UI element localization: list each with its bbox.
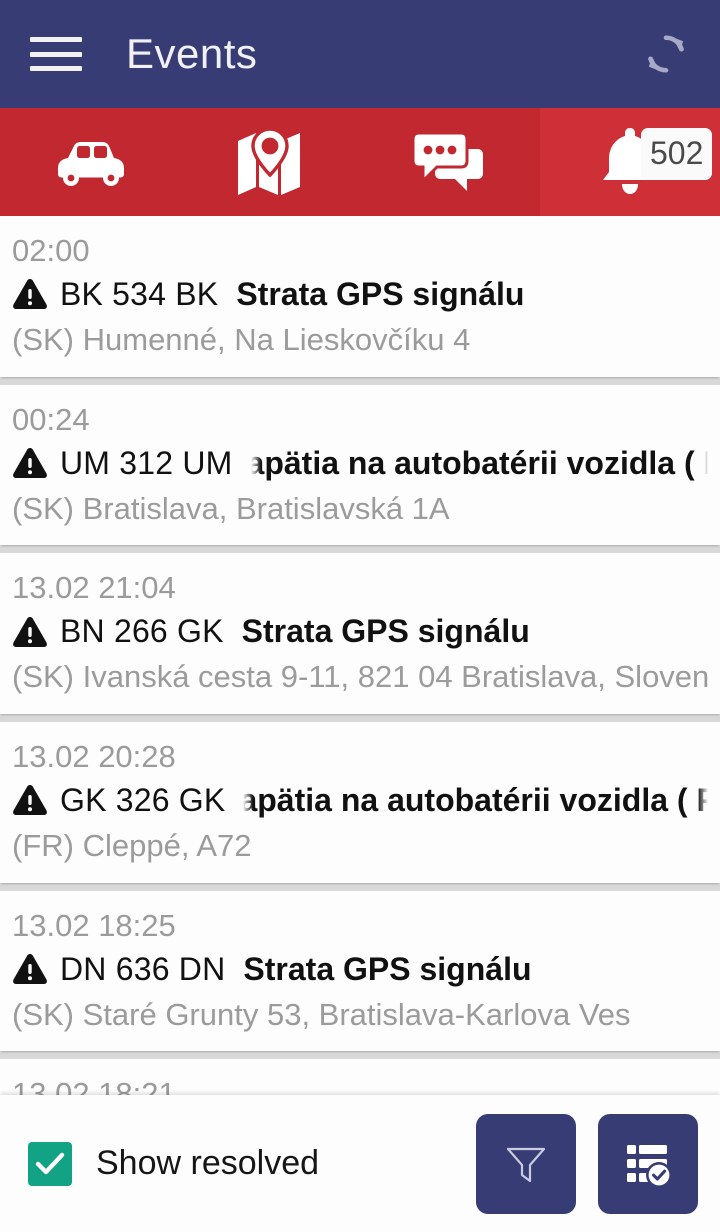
event-time: 02:00 [12,233,90,268]
filter-funnel-icon [506,1147,546,1182]
warning-triangle-icon [13,616,47,647]
refresh-icon[interactable] [638,26,694,82]
event-main-row: BN 266 GK Strata GPS signálu [12,613,708,650]
event-location: (SK) Ivanská cesta 9-11, 821 04 Bratisla… [12,659,708,695]
event-message: apätia na autobatérii vozidla ( Pokles [250,444,708,481]
event-main-row: GK 326 GK apätia na autobatérii vozidla … [12,782,708,819]
tab-map[interactable] [180,108,360,216]
event-list-item[interactable]: 02:00 BK 534 BK Strata GPS signálu (SK) … [0,216,720,377]
event-main-row: BK 534 BK Strata GPS signálu [12,276,708,313]
task-list-check-icon [627,1144,672,1188]
chat-bubbles-icon [411,131,489,193]
event-list-item[interactable]: 13.02 18:25 DN 636 DN Strata GPS signálu… [0,890,720,1052]
event-message: Strata GPS signálu [236,275,525,312]
event-plate: BN 266 GK [60,613,224,650]
tab-messages[interactable] [360,108,540,216]
bell-icon: 502 [597,126,713,198]
app-bar: Events [0,0,720,108]
event-time: 13.02 20:28 [12,739,176,775]
event-message-marquee: apätia na autobatérii vozidla ( Pokles n [243,782,708,819]
hamburger-menu-icon[interactable] [30,32,82,76]
car-icon [48,134,132,190]
event-message: Strata GPS signálu [243,950,532,987]
event-plate: DN 636 DN [60,950,226,987]
event-location: (SK) Bratislava, Bratislavská 1A [12,490,450,526]
event-plate: GK 326 GK [60,781,226,818]
filter-button[interactable] [476,1113,576,1214]
event-plate: UM 312 UM [60,444,233,481]
hamburger-bar-3 [30,66,82,71]
event-location: (SK) Humenné, Na Lieskovčíku 4 [12,321,471,357]
tab-bar: 502 [0,108,720,216]
show-resolved-checkbox[interactable] [28,1141,72,1186]
event-list[interactable]: 02:00 BK 534 BK Strata GPS signálu (SK) … [0,216,720,1232]
refresh-icon-glyph [648,35,684,73]
event-message: apätia na autobatérii vozidla ( Pokles n [243,781,708,818]
chat-bubbles-icon-glyph [411,131,483,191]
map-location-icon-glyph [238,127,300,195]
hamburger-bar-2 [30,51,82,57]
checkmark-icon [35,1152,65,1174]
events-badge: 502 [641,128,713,180]
bottom-bar: Show resolved [0,1095,720,1232]
event-location: (FR) Cleppé, A72 [12,827,252,863]
warning-triangle-icon [13,954,47,985]
event-time: 13.02 18:25 [12,907,176,943]
tab-events[interactable]: 502 [540,108,720,216]
car-icon-glyph [58,142,124,186]
event-list-item[interactable]: 13.02 20:28 GK 326 GK apätia na autobaté… [0,722,720,883]
warning-triangle-icon [13,279,47,310]
event-time: 00:24 [12,401,90,437]
tasks-button[interactable] [598,1113,698,1214]
show-resolved-label: Show resolved [96,1144,320,1182]
event-time: 13.02 21:04 [12,570,176,606]
page-title: Events [126,30,258,77]
warning-triangle-icon [13,785,47,816]
warning-triangle-icon [13,448,47,479]
hamburger-bar-1 [30,37,82,42]
event-location: (SK) Staré Grunty 53, Bratislava-Karlova… [12,996,631,1032]
event-message: Strata GPS signálu [241,613,530,650]
event-message-marquee: apätia na autobatérii vozidla ( Pokles [251,445,708,482]
event-main-row: DN 636 DN Strata GPS signálu [12,951,708,988]
event-list-item[interactable]: 13.02 21:04 BN 266 GK Strata GPS signálu… [0,553,720,715]
event-main-row: UM 312 UM apätia na autobatérii vozidla … [12,445,708,482]
tab-vehicles[interactable] [0,108,180,216]
show-resolved-toggle[interactable]: Show resolved [28,1141,454,1186]
map-location-icon [234,127,306,197]
event-plate: BK 534 BK [60,275,219,312]
event-list-item[interactable]: 00:24 UM 312 UM apätia na autobatérii vo… [0,384,720,546]
